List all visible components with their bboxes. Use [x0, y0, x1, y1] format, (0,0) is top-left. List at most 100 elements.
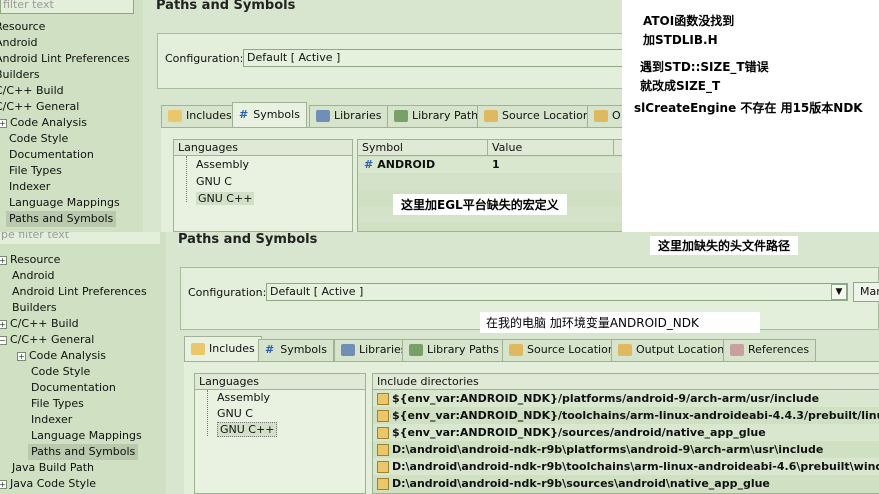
language-item[interactable]: GNU C	[195, 406, 365, 422]
hash-icon: #	[364, 158, 374, 171]
page-title: Paths and Symbols	[156, 0, 296, 13]
configuration-label: Configuration:	[165, 52, 244, 65]
tree-item-selected[interactable]: Paths and Symbols	[28, 444, 166, 460]
symbol-column-header[interactable]: Symbol	[358, 140, 488, 156]
tree-item[interactable]: + Code Analysis	[0, 115, 138, 131]
tree-item[interactable]: Java Build Path	[12, 460, 166, 476]
expand-icon[interactable]: +	[0, 255, 7, 265]
tree-item[interactable]: File Types	[31, 396, 166, 412]
configuration-select[interactable]: Default [ Active ]	[243, 49, 640, 67]
tab-references[interactable]: References	[723, 339, 817, 361]
bottom-property-tree: + Resource Android Android Lint Preferenc…	[0, 252, 166, 494]
tab-symbols[interactable]: # Symbols	[232, 102, 307, 127]
tree-item[interactable]: Documentation	[9, 147, 140, 163]
tree-item[interactable]: + Code Analysis	[17, 348, 166, 364]
table-row[interactable]: D:\android\android-ndk-r9b\platforms\and…	[373, 441, 879, 458]
language-item-selected[interactable]: GNU C++	[195, 422, 365, 438]
language-item[interactable]: Assembly	[174, 156, 352, 173]
note-stdlib: 加STDLIB.H	[643, 31, 718, 48]
tree-item[interactable]: C/C++ Build	[0, 83, 135, 99]
tree-item[interactable]: Language Mappings	[31, 428, 166, 444]
note-size-t-fix: 就改成SIZE_T	[640, 77, 721, 94]
tree-item[interactable]: Builders	[12, 300, 166, 316]
tree-item[interactable]: Code Style	[9, 131, 140, 147]
tree-item[interactable]: Android Lint Preferences	[12, 284, 166, 300]
tab-libraries[interactable]: Libraries	[309, 105, 389, 127]
tab-includes[interactable]: Includes	[161, 105, 239, 127]
include-folder-icon	[377, 410, 389, 422]
page-title: Paths and Symbols	[178, 232, 318, 247]
table-row[interactable]: ${env_var:ANDROID_NDK}/toolchains/arm-li…	[373, 407, 879, 424]
tree-item[interactable]: Android Lint Preferences	[0, 51, 135, 67]
table-row[interactable]: D:\android\android-ndk-r9b\toolchains\ar…	[373, 458, 879, 475]
language-item[interactable]: Assembly	[195, 390, 365, 406]
tree-item[interactable]: File Types	[9, 163, 140, 179]
header-note: 这里加缺失的头文件路径	[650, 236, 799, 255]
library-paths-icon	[409, 344, 423, 356]
collapse-icon[interactable]: −	[0, 335, 7, 345]
table-row[interactable]: # ANDROID 1	[358, 157, 640, 173]
tree-item[interactable]: − C/C++ General	[0, 332, 164, 348]
manage-button[interactable]: Man	[853, 282, 879, 302]
tree-item-selected[interactable]: Paths and Symbols	[6, 211, 140, 227]
symbols-table: Symbol Value # ANDROID 1	[357, 139, 640, 232]
top-property-tree: Resource Android Android Lint Preference…	[0, 19, 140, 232]
tree-item[interactable]: Android	[12, 268, 166, 284]
expand-icon[interactable]: +	[0, 118, 7, 128]
include-folder-icon	[377, 427, 389, 439]
hash-icon: #	[265, 343, 275, 356]
tree-item[interactable]: C/C++ General	[0, 99, 135, 115]
tree-item[interactable]: Resource	[0, 19, 135, 35]
includes-icon	[191, 343, 205, 355]
language-item[interactable]: GNU C	[174, 173, 352, 190]
source-folder-icon	[509, 344, 523, 356]
top-filter-input[interactable]: filter text	[0, 0, 134, 14]
env-note: 在我的电脑 加环境变量ANDROID_NDK	[480, 312, 760, 333]
tree-item[interactable]: + C/C++ Build	[0, 316, 164, 332]
value-column-header[interactable]: Value	[488, 140, 614, 156]
configuration-label: Configuration:	[188, 286, 267, 299]
tree-item[interactable]: Documentation	[31, 380, 166, 396]
chevron-down-icon[interactable]: ▼	[831, 284, 847, 300]
expand-icon[interactable]: +	[0, 319, 7, 329]
tree-item[interactable]: + Resource	[0, 252, 164, 268]
tab-source-location[interactable]: Source Location	[502, 339, 622, 361]
tree-item[interactable]: Code Style	[31, 364, 166, 380]
include-folder-icon	[377, 461, 389, 473]
tree-item[interactable]: + Java Code Style	[0, 476, 164, 492]
bottom-filter-input[interactable]: pe filter text	[0, 232, 160, 244]
note-slcreateengine: slCreateEngine 不存在 用15版本NDK	[634, 99, 863, 116]
table-row[interactable]: ${env_var:ANDROID_NDK}/sources/android/n…	[373, 424, 879, 441]
tab-output-location[interactable]: Output Location	[611, 339, 732, 361]
tab-includes[interactable]: Includes	[184, 336, 262, 361]
symbol-note: 这里加EGL平台缺失的宏定义	[393, 194, 567, 215]
bottom-tabs: Includes # Symbols Libraries Library Path…	[184, 336, 879, 361]
tab-library-paths[interactable]: Library Paths	[387, 105, 491, 127]
table-row[interactable]: ${env_var:ANDROID_NDK}/platforms/android…	[373, 390, 879, 407]
tree-item[interactable]: Android	[0, 35, 135, 51]
tab-source-location[interactable]: Source Location	[477, 105, 597, 127]
tree-item[interactable]: Language Mappings	[9, 195, 140, 211]
table-row[interactable]: D:\android\android-ndk-r9b\sources\andro…	[373, 475, 879, 492]
source-folder-icon	[484, 110, 498, 122]
languages-list: Languages Assembly GNU C GNU C++	[173, 139, 353, 232]
configuration-select[interactable]: Default [ Active ]	[266, 283, 848, 301]
include-directories-header[interactable]: Include directories	[373, 374, 879, 390]
symbol-value: 1	[492, 158, 500, 171]
tab-symbols[interactable]: # Symbols	[258, 339, 334, 361]
expand-icon[interactable]: +	[0, 479, 7, 489]
references-icon	[730, 344, 744, 356]
expand-icon[interactable]: +	[17, 351, 26, 361]
output-folder-icon	[618, 344, 632, 356]
include-folder-icon	[377, 393, 389, 405]
note-atoi: ATOI函数没找到	[643, 12, 735, 29]
tree-item[interactable]: Indexer	[9, 179, 140, 195]
output-folder-icon	[594, 110, 608, 122]
symbol-name: ANDROID	[377, 158, 436, 171]
include-folder-icon	[377, 478, 389, 490]
tree-item[interactable]: Builders	[0, 67, 135, 83]
language-item-selected[interactable]: GNU C++	[174, 190, 352, 207]
tab-library-paths[interactable]: Library Paths	[402, 339, 506, 361]
tree-item[interactable]: Indexer	[31, 412, 166, 428]
library-paths-icon	[394, 110, 408, 122]
